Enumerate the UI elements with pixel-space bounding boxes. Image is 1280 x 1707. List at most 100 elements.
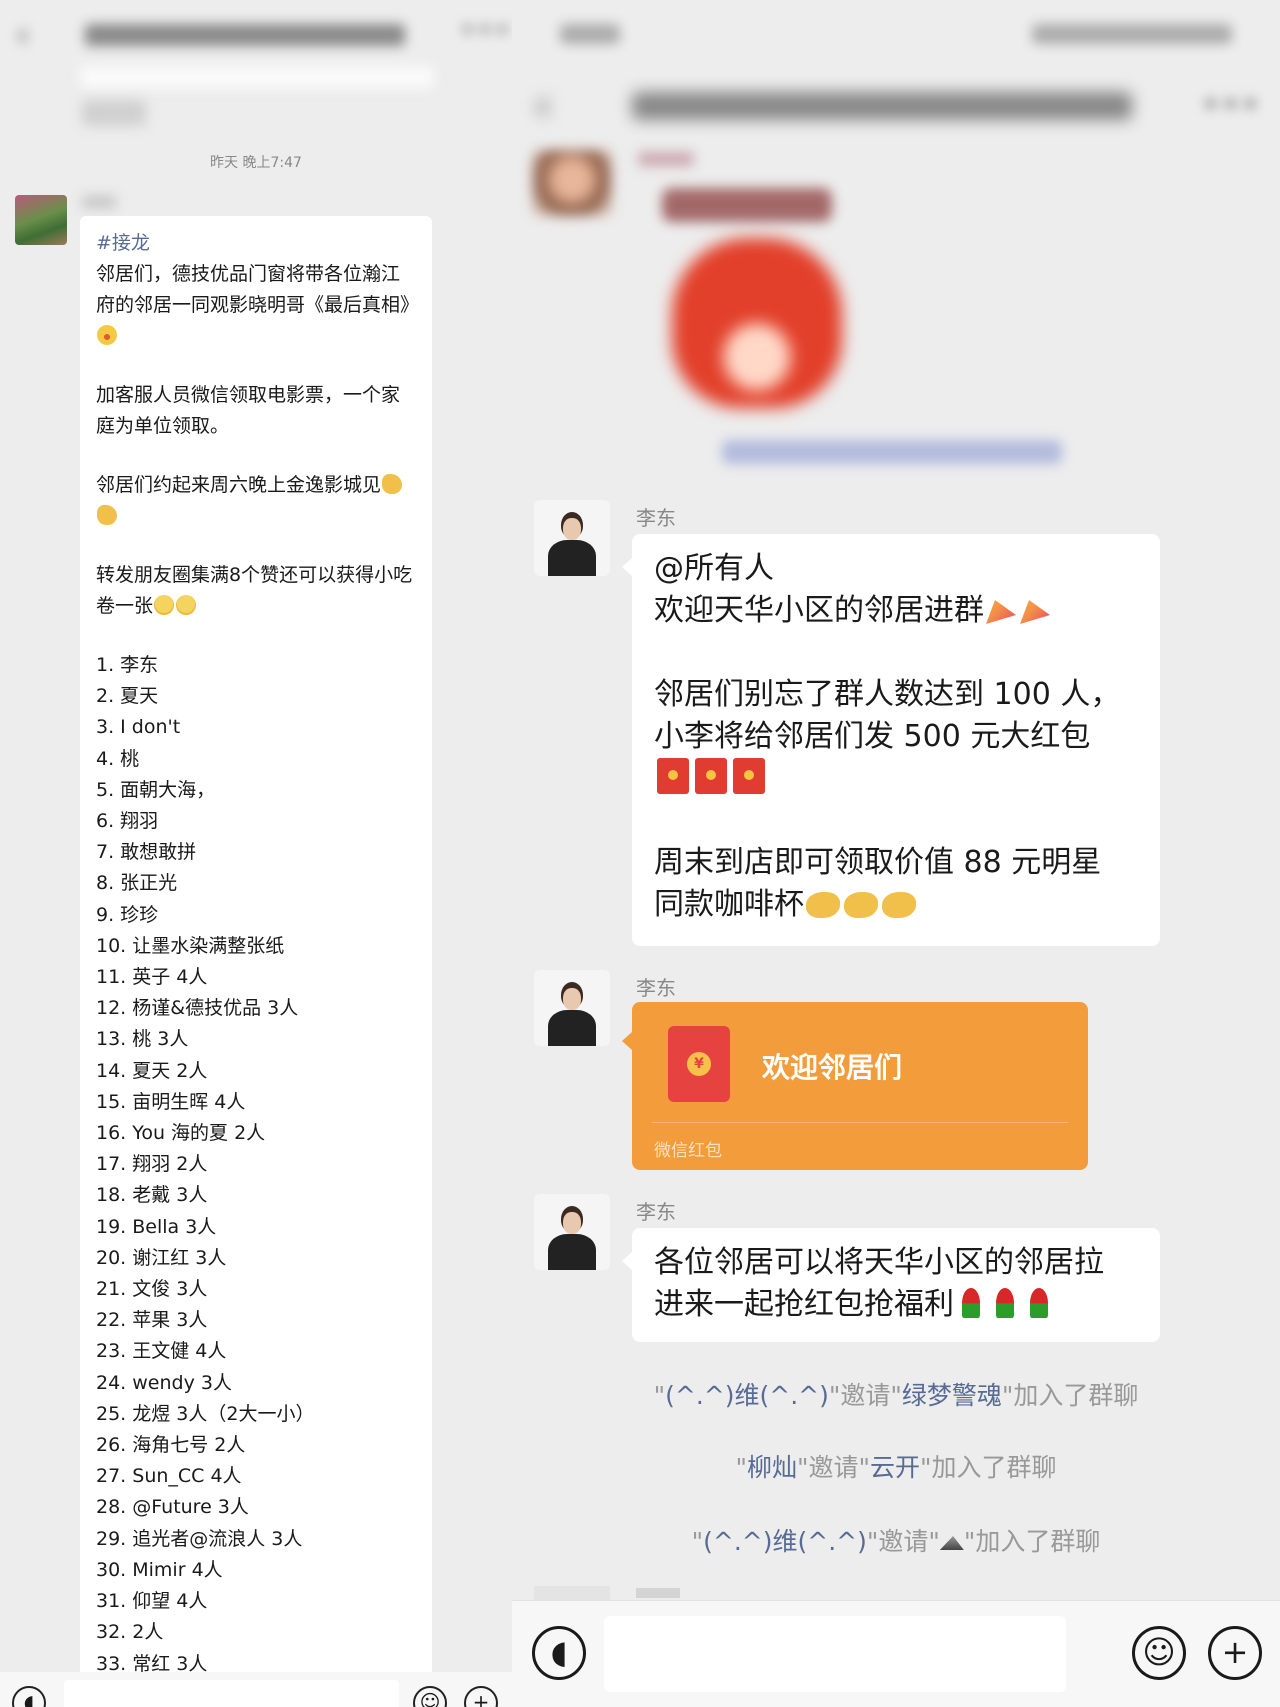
- list-item: 30. Mimir 4人: [96, 1558, 223, 1581]
- list-item: 6. 翔羽: [96, 810, 159, 833]
- system-message: "柳灿"邀请"云开"加入了群聊: [512, 1448, 1280, 1484]
- system-message: "(^.^)维(^.^)"邀请" "加入了群聊: [512, 1522, 1280, 1558]
- plus-icon[interactable]: +: [1208, 1626, 1262, 1680]
- message-bubble[interactable]: @所有人 欢迎天华小区的邻居进群 邻居们别忘了群人数达到 100 人， 小李将给…: [622, 534, 1160, 946]
- back-arrow-icon[interactable]: ‹: [16, 18, 30, 52]
- quote-mark: ": [691, 1527, 704, 1556]
- inviter-link[interactable]: 柳灿: [747, 1453, 797, 1482]
- left-notice-bar: [80, 66, 434, 88]
- list-item: 22. 苹果 3人: [96, 1309, 208, 1332]
- rose-icon: [962, 1288, 980, 1318]
- invitee-link[interactable]: 云开: [870, 1453, 920, 1482]
- party-popper-icon: [986, 600, 1016, 624]
- mountain-icon[interactable]: [939, 1536, 964, 1550]
- system-text: "加入了群聊: [1001, 1381, 1139, 1410]
- message-bubble[interactable]: #接龙 邻居们，德技优品门窗将带各位瀚江府的邻居一同观影晓明哥《最后真相》 加客…: [80, 216, 432, 1696]
- system-text: "邀请": [828, 1381, 902, 1410]
- invitee-link[interactable]: 绿梦警魂: [902, 1381, 1002, 1410]
- avatar[interactable]: [534, 970, 610, 1046]
- list-item: 20. 谢江红 3人: [96, 1246, 227, 1269]
- list-item: 10. 让墨水染满整张纸: [96, 934, 285, 957]
- message-bubble[interactable]: 各位邻居可以将天华小区的邻居拉 进来一起抢红包抢福利: [622, 1228, 1160, 1342]
- status-time-blurred: [560, 24, 620, 44]
- red-packet-tail: [622, 1032, 632, 1050]
- list-item: 31. 仰望 4人: [96, 1590, 208, 1613]
- left-notice-stub: [82, 100, 146, 126]
- list-item: 18. 老戴 3人: [96, 1184, 208, 1207]
- avatar[interactable]: [534, 500, 610, 576]
- red-packet-label: 微信红包: [654, 1141, 722, 1161]
- message-text: 进来一起抢红包抢福利: [654, 1287, 954, 1322]
- list-item: 13. 桃 3人: [96, 1028, 189, 1051]
- left-title-blurred: [85, 24, 405, 46]
- list-item: 2. 夏天: [96, 685, 159, 708]
- inviter-link[interactable]: (^.^)维(^.^): [665, 1381, 829, 1410]
- list-item: 9. 珍珍: [96, 903, 159, 926]
- inviter-link[interactable]: (^.^)维(^.^): [703, 1527, 867, 1556]
- list-item: 25. 龙煜 3人（2大一小）: [96, 1402, 315, 1425]
- hashtag-link[interactable]: #接龙: [96, 228, 416, 259]
- list-item: 24. wendy 3人: [96, 1371, 232, 1394]
- system-text: "邀请": [797, 1453, 870, 1482]
- message-text: 转发朋友圈集满8个赞还可以获得小吃卷一张: [96, 564, 413, 617]
- quote-mark: ": [735, 1453, 747, 1482]
- list-item: 19. Bella 3人: [96, 1215, 217, 1238]
- system-text: "邀请": [866, 1527, 940, 1556]
- message-text: 小李将给邻居们发 500 元大红包: [654, 719, 1091, 754]
- list-item: 1. 李东: [96, 654, 159, 676]
- quote-mark: ": [653, 1381, 666, 1410]
- right-title-blurred: [632, 92, 1132, 120]
- list-item: 23. 王文健 4人: [96, 1340, 227, 1363]
- left-header: ‹ •••: [0, 0, 512, 70]
- message-text: 邻居们，德技优品门窗将带各位瀚江府的邻居一同观影晓明哥《最后真相》: [96, 263, 420, 316]
- clap-emoji-icon: [844, 892, 878, 918]
- avatar[interactable]: [532, 150, 612, 216]
- message-text: 同款咖啡杯: [654, 887, 804, 922]
- avatar[interactable]: [534, 1194, 610, 1270]
- more-icon[interactable]: •••: [460, 16, 512, 46]
- clap-emoji-icon: [97, 505, 117, 525]
- red-packet-card[interactable]: 欢迎邻居们 微信红包: [632, 1002, 1088, 1170]
- sender-name: 李东: [636, 976, 676, 1000]
- system-text: "加入了群聊: [963, 1527, 1101, 1556]
- list-item: 29. 追光者@流浪人 3人: [96, 1527, 303, 1550]
- red-packet-title: 欢迎邻居们: [762, 1051, 903, 1084]
- list-item: 17. 翔羽 2人: [96, 1153, 208, 1176]
- message-text: 各位邻居可以将天华小区的邻居拉: [654, 1245, 1104, 1280]
- rose-icon: [996, 1288, 1014, 1318]
- sender-name: 李东: [636, 1200, 676, 1224]
- sticker-text-blurred: [662, 188, 832, 222]
- sender-name-blurred: [638, 152, 694, 166]
- list-item: 12. 杨谨&德技优品 3人: [96, 997, 299, 1020]
- avatar-partial: [534, 1586, 610, 1600]
- list-item: 8. 张正光: [96, 872, 178, 895]
- left-message-input[interactable]: [64, 1680, 399, 1707]
- emoji-icon[interactable]: ☺: [1132, 1626, 1186, 1680]
- surprised-emoji-icon: [97, 325, 117, 345]
- message-text: 邻居们约起来周六晚上金逸影城见: [96, 474, 382, 496]
- more-icon[interactable]: •••: [1202, 88, 1261, 123]
- message-text: 加客服人员微信领取电影票，一个家庭为单位领取。: [96, 384, 401, 437]
- left-chat-panel: ‹ ••• 昨天 晚上7:47 #接龙 邻居们，德技优品门窗将带各位瀚江府的邻居…: [0, 0, 512, 1707]
- list-item: 27. Sun_CC 4人: [96, 1465, 242, 1488]
- avatar[interactable]: [15, 195, 67, 245]
- list-item: 4. 桃: [96, 747, 140, 770]
- smile-emoji-icon: [154, 595, 175, 615]
- rose-icon: [1030, 1288, 1048, 1318]
- message-text: 周末到店即可领取价值 88 元明星: [654, 845, 1102, 880]
- timestamp: 昨天 晚上7:47: [210, 155, 302, 171]
- list-item: 28. @Future 3人: [96, 1496, 249, 1519]
- mention-all: @所有人: [654, 551, 774, 586]
- list-item: 7. 敢想敢拼: [96, 841, 197, 864]
- sender-name-partial: [636, 1588, 680, 1598]
- message-text: 欢迎天华小区的邻居进群: [654, 593, 984, 628]
- clap-emoji-icon: [382, 474, 403, 494]
- message-text: 邻居们别忘了群人数达到 100 人，: [654, 677, 1121, 712]
- fox-sticker-icon[interactable]: [672, 238, 842, 408]
- message-input[interactable]: [604, 1616, 1066, 1692]
- list-item: 26. 海角七号 2人: [96, 1434, 246, 1457]
- back-arrow-icon[interactable]: ‹: [534, 84, 552, 128]
- party-popper-icon: [1020, 600, 1050, 624]
- voice-icon[interactable]: ◖: [532, 1626, 586, 1680]
- list-item: 32. 2人: [96, 1621, 164, 1644]
